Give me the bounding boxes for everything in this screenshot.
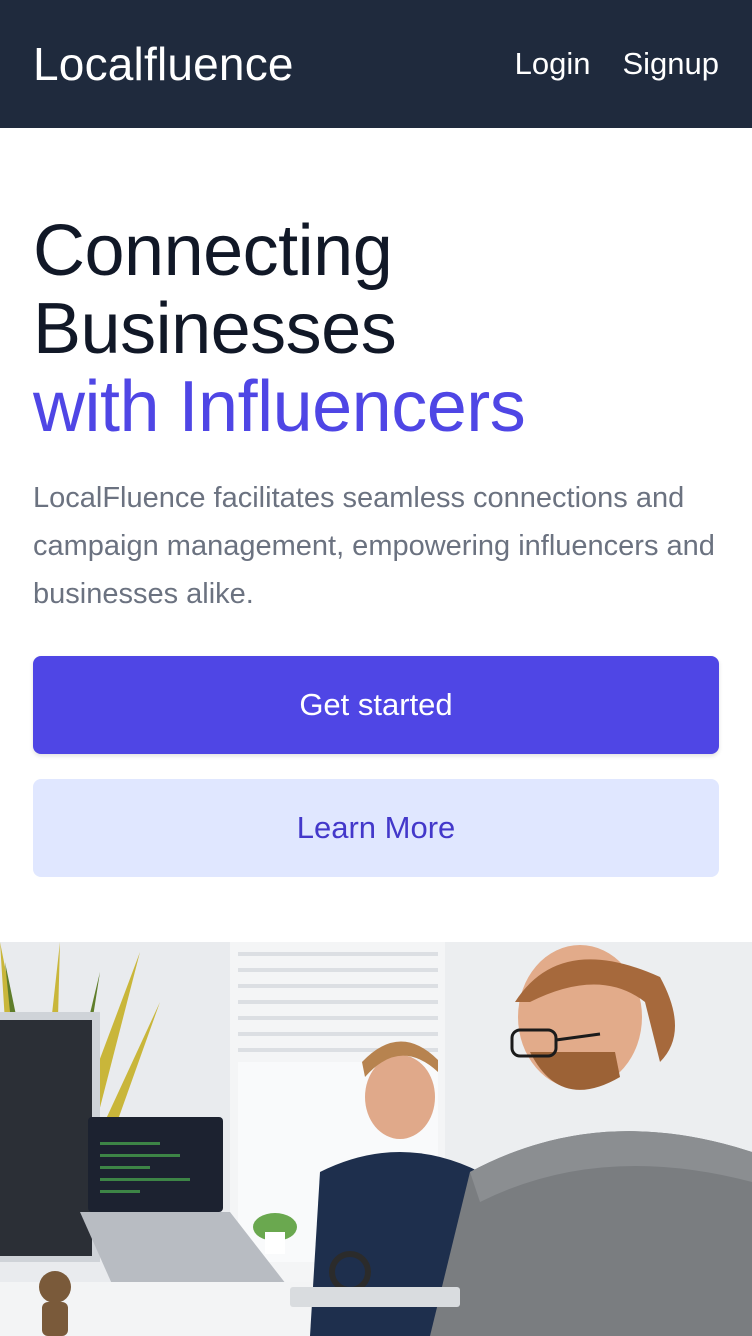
headline-line-1: Connecting	[33, 211, 393, 291]
get-started-button[interactable]: Get started	[33, 656, 719, 754]
top-navbar: Localfluence Login Signup	[0, 0, 752, 128]
learn-more-button[interactable]: Learn More	[33, 779, 719, 877]
auth-nav: Login Signup	[515, 46, 719, 82]
hero-headline: Connecting Businesses with Influencers	[33, 212, 719, 446]
headline-accent: with Influencers	[33, 367, 526, 447]
landing-page: Localfluence Login Signup Connecting Bus…	[0, 0, 752, 1336]
hero-photo	[0, 942, 752, 1336]
signup-link[interactable]: Signup	[622, 46, 719, 82]
login-link[interactable]: Login	[515, 46, 591, 82]
headline-line-2: Businesses	[33, 289, 397, 369]
brand-logo[interactable]: Localfluence	[33, 41, 294, 87]
office-photo-illustration	[0, 942, 752, 1336]
hero-description: LocalFluence facilitates seamless connec…	[33, 482, 715, 610]
hero-section: Connecting Businesses with Influencers L…	[33, 212, 719, 618]
